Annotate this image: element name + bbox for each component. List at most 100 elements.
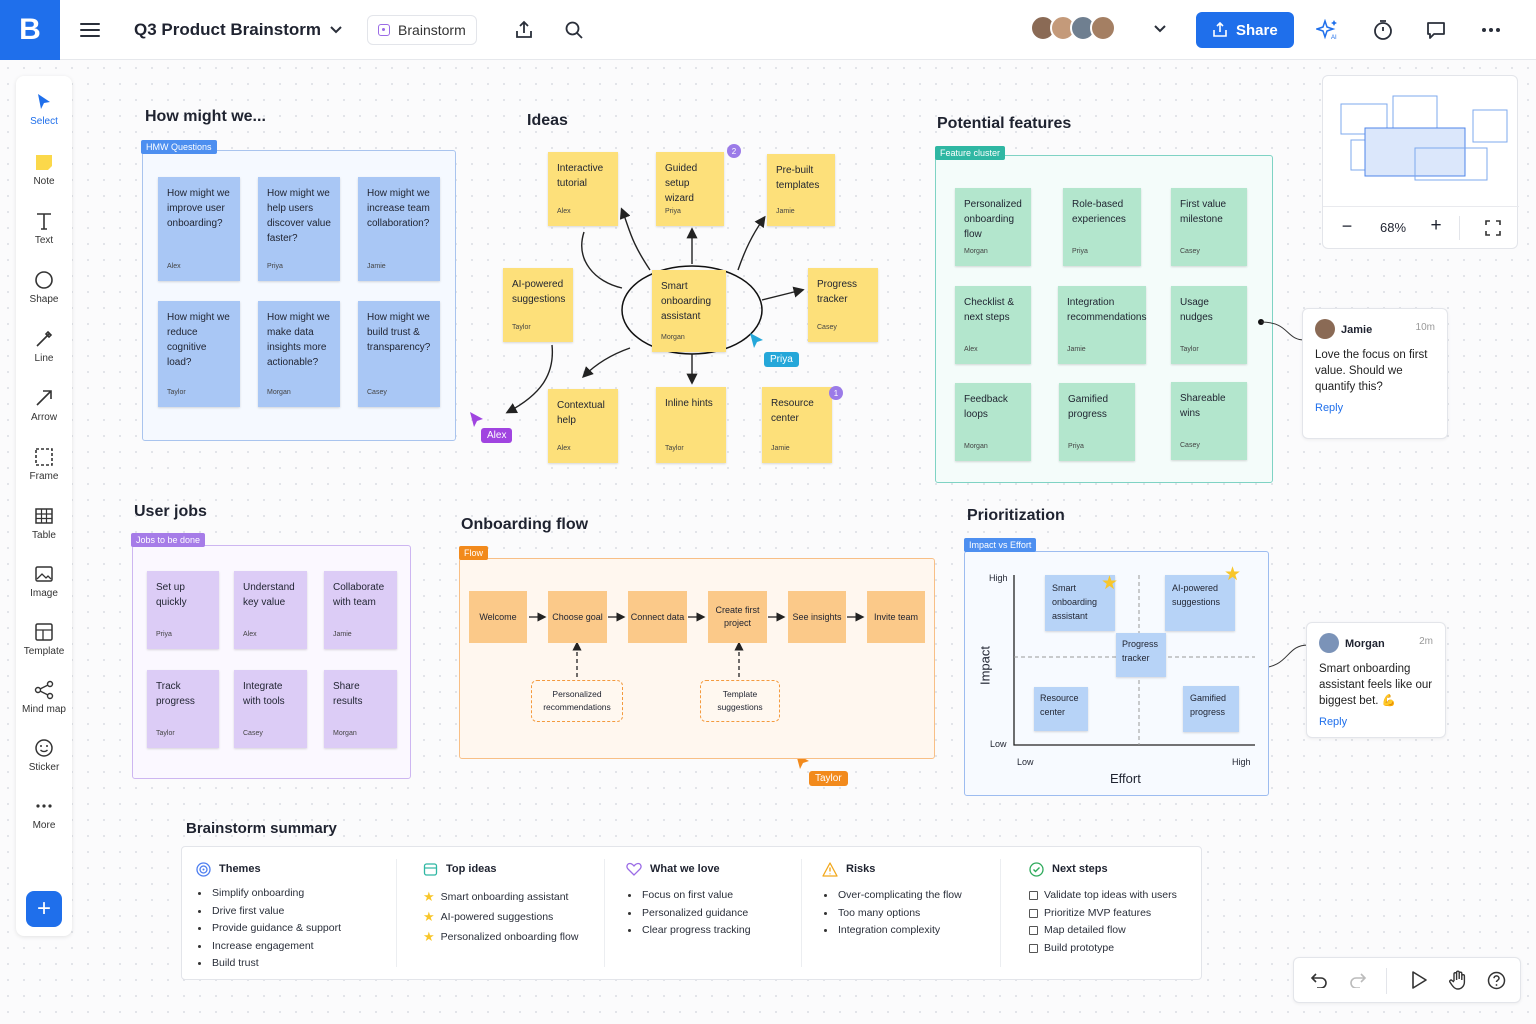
ai-sparkle-icon[interactable]: AI — [1313, 15, 1343, 45]
idea-note[interactable]: Progress tracker Casey — [808, 268, 878, 342]
document-title[interactable]: Q3 Product Brainstorm — [134, 20, 321, 40]
collaborator-avatars[interactable] — [1030, 15, 1116, 41]
undo-icon[interactable] — [1310, 972, 1328, 988]
idea-note[interactable]: Resource center Jamie — [762, 387, 832, 463]
redo-icon[interactable] — [1349, 972, 1367, 988]
hmw-note[interactable]: How might we help users discover value f… — [258, 177, 340, 281]
menu-icon[interactable] — [60, 0, 120, 60]
note-text: Collaborate with team — [333, 582, 385, 608]
reply-link[interactable]: Reply — [1319, 716, 1433, 728]
tool-note[interactable]: Note — [16, 152, 72, 202]
checklist-item[interactable]: Build prototype — [1029, 940, 1177, 958]
checkbox[interactable] — [1029, 891, 1038, 901]
matrix-item[interactable]: Gamified progress — [1183, 686, 1239, 732]
tool-sticker[interactable]: Sticker — [16, 738, 72, 788]
search-icon[interactable] — [549, 5, 599, 55]
comment-icon[interactable] — [1421, 15, 1451, 45]
hmw-note[interactable]: How might we reduce cognitive load? Taylo… — [158, 301, 240, 407]
avatar — [1319, 633, 1339, 653]
tool-mind-map[interactable]: Mind map — [16, 680, 72, 730]
tool-text[interactable]: Text — [16, 211, 72, 261]
job-note[interactable]: Understand key value Alex — [234, 571, 307, 649]
tool-more[interactable]: More — [16, 796, 72, 846]
job-note[interactable]: Share results Morgan — [324, 670, 397, 748]
tool-shape[interactable]: Shape — [16, 270, 72, 320]
flow-step[interactable]: Create first project — [708, 591, 767, 643]
left-toolbar: Select Note Text Shape Line Arrow Frame … — [16, 76, 72, 936]
play-icon[interactable] — [1411, 971, 1427, 989]
job-note[interactable]: Track progress Taylor — [147, 670, 219, 748]
flow-step[interactable]: Welcome — [469, 591, 527, 643]
tool-frame[interactable]: Frame — [16, 447, 72, 497]
tool-select[interactable]: Select — [16, 92, 72, 142]
flow-branch[interactable]: Personalized recommendations — [531, 680, 623, 722]
hmw-note[interactable]: How might we increase team collaboration… — [358, 177, 440, 281]
hand-icon[interactable] — [1448, 970, 1468, 990]
tool-line[interactable]: Line — [16, 329, 72, 379]
zoom-out-button[interactable]: − — [1337, 216, 1357, 237]
tool-template[interactable]: Template — [16, 622, 72, 672]
export-icon[interactable] — [499, 5, 549, 55]
flow-step[interactable]: Connect data — [628, 591, 687, 643]
tool-image[interactable]: Image — [16, 564, 72, 614]
tool-arrow[interactable]: Arrow — [16, 388, 72, 438]
flow-step[interactable]: See insights — [788, 591, 846, 643]
idea-note[interactable]: Pre-built templates Jamie — [767, 154, 835, 226]
idea-note[interactable]: Inline hints Taylor — [656, 387, 726, 463]
job-note[interactable]: Integrate with tools Casey — [234, 670, 307, 748]
share-button[interactable]: Share — [1196, 12, 1294, 48]
board-type-chip[interactable]: Brainstorm — [367, 14, 477, 45]
flow-step[interactable]: Invite team — [867, 591, 925, 643]
timer-icon[interactable] — [1368, 15, 1398, 45]
checklist-item[interactable]: Validate top ideas with users — [1029, 887, 1177, 905]
flow-step[interactable]: Choose goal — [548, 591, 607, 643]
idea-note[interactable]: AI-powered suggestions Taylor — [503, 268, 573, 342]
feature-note[interactable]: Usage nudges Taylor — [1171, 286, 1247, 364]
chevron-down-icon[interactable] — [321, 15, 351, 45]
hmw-note[interactable]: How might we improve user onboarding? Ale… — [158, 177, 240, 281]
job-note[interactable]: Collaborate with team Jamie — [324, 571, 397, 649]
cursor-priya-icon — [750, 333, 763, 348]
more-options-icon[interactable] — [1476, 15, 1506, 45]
feature-note[interactable]: Shareable wins Casey — [1171, 382, 1247, 460]
hmw-note[interactable]: How might we build trust & transparency?… — [358, 301, 440, 407]
checklist-item[interactable]: Prioritize MVP features — [1029, 905, 1177, 923]
comment-count-badge[interactable]: 1 — [829, 386, 843, 400]
checklist-item[interactable]: Map detailed flow — [1029, 922, 1177, 940]
checkbox[interactable] — [1029, 908, 1038, 918]
feature-note[interactable]: Checklist & next steps Alex — [955, 286, 1031, 364]
idea-note[interactable]: Guided setup wizard Priya — [656, 152, 724, 226]
job-note[interactable]: Set up quickly Priya — [147, 571, 219, 649]
help-icon[interactable] — [1487, 971, 1506, 990]
checkbox[interactable] — [1029, 926, 1038, 936]
zoom-in-button[interactable]: + — [1426, 215, 1446, 237]
idea-note[interactable]: Contextual help Alex — [548, 389, 618, 463]
tool-table[interactable]: Table — [16, 506, 72, 556]
cursor-icon — [38, 94, 50, 109]
feature-note[interactable]: Gamified progress Priya — [1059, 383, 1135, 461]
add-button[interactable]: + — [26, 891, 62, 927]
idea-note-center[interactable]: Smart onboarding assistant Morgan — [652, 270, 726, 352]
feature-note[interactable]: Integration recommendations Jamie — [1058, 286, 1146, 364]
hmw-note[interactable]: How might we make data insights more act… — [258, 301, 340, 407]
comment-card[interactable]: Morgan 2m Smart onboarding assistant fee… — [1306, 622, 1446, 738]
idea-note[interactable]: Interactive tutorial Alex — [548, 152, 618, 226]
comment-count-badge[interactable]: 2 — [727, 144, 741, 158]
fullscreen-icon[interactable] — [1485, 220, 1501, 236]
feature-note[interactable]: Personalized onboarding flow Morgan — [955, 188, 1031, 266]
checkbox[interactable] — [1029, 943, 1038, 953]
list-item: Simplify onboarding — [196, 885, 341, 903]
comment-card[interactable]: Jamie 10m Love the focus on first value.… — [1302, 308, 1448, 439]
note-author: Jamie — [776, 208, 795, 215]
zoom-level[interactable]: 68% — [1378, 220, 1408, 235]
feature-note[interactable]: First value milestone Casey — [1171, 188, 1247, 266]
flow-branch[interactable]: Template suggestions — [700, 680, 780, 722]
matrix-item[interactable]: Progress tracker — [1116, 633, 1166, 677]
chevron-down-icon[interactable] — [1146, 15, 1174, 43]
feature-note[interactable]: Role-based experiences Priya — [1063, 188, 1141, 266]
feature-note[interactable]: Feedback loops Morgan — [955, 383, 1031, 461]
app-logo[interactable]: B — [0, 0, 60, 60]
minimap[interactable]: − 68% + — [1322, 75, 1519, 249]
reply-link[interactable]: Reply — [1315, 402, 1435, 414]
matrix-item[interactable]: Resource center — [1034, 687, 1088, 731]
